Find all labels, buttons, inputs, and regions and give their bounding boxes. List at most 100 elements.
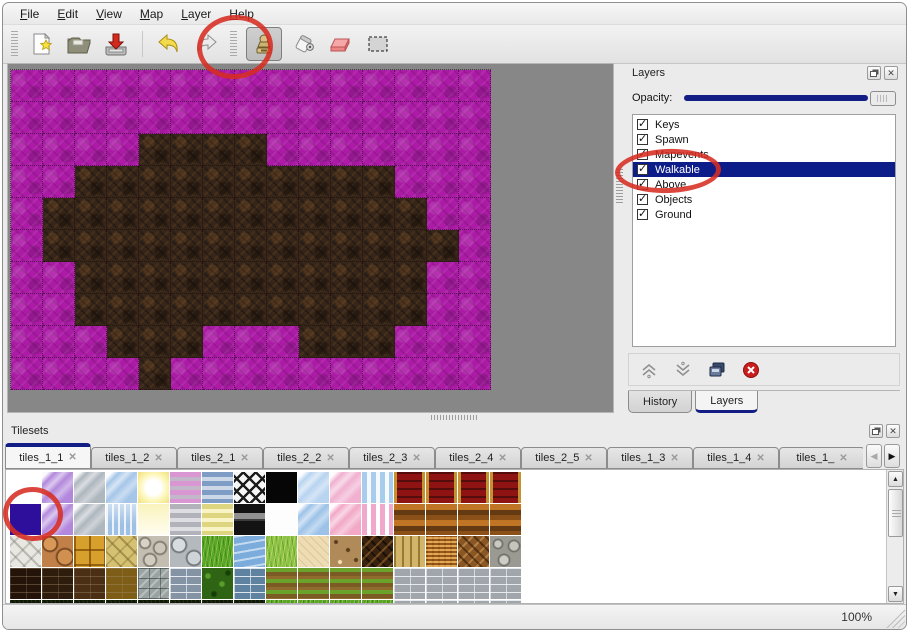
map-cell[interactable] (139, 230, 171, 262)
palette-tile-brick-gold[interactable] (106, 568, 137, 599)
map-cell[interactable] (363, 294, 395, 326)
splitter-grip[interactable] (431, 415, 479, 420)
dock-tab-layers[interactable]: Layers (695, 391, 758, 413)
palette-tile-pebbles[interactable] (138, 536, 169, 567)
map-cell[interactable] (395, 102, 427, 134)
layer-down-button[interactable] (673, 360, 693, 380)
map-cell[interactable] (235, 70, 267, 102)
map-cell[interactable] (171, 166, 203, 198)
palette-tile-glass-pink[interactable] (330, 472, 361, 503)
map-cell[interactable] (427, 262, 459, 294)
map-cell[interactable] (395, 326, 427, 358)
map-cell[interactable] (107, 102, 139, 134)
layer-row-ground[interactable]: ✓Ground (633, 207, 895, 222)
tileset-tab-tiles_1_4[interactable]: tiles_1_4✕ (693, 447, 779, 469)
map-cell[interactable] (267, 166, 299, 198)
layer-visibility-checkbox[interactable]: ✓ (637, 149, 648, 160)
redo-button[interactable] (191, 29, 221, 59)
map-cell[interactable] (459, 358, 491, 390)
map-cell[interactable] (11, 198, 43, 230)
tilesets-float-button[interactable] (869, 424, 883, 438)
map-cell[interactable] (43, 358, 75, 390)
fill-tool-button[interactable] (289, 29, 319, 59)
map-cell[interactable] (203, 294, 235, 326)
palette-tile-stone-blocks[interactable] (138, 568, 169, 599)
scrollbar-thumb[interactable] (888, 489, 903, 537)
palette-tile-farm-rows[interactable] (362, 568, 393, 599)
map-cell[interactable] (43, 134, 75, 166)
palette-tile-lattice[interactable] (234, 472, 265, 503)
layer-row-mapevents[interactable]: ✓Mapevents (633, 147, 895, 162)
map-cell[interactable] (171, 198, 203, 230)
map-cell[interactable] (75, 230, 107, 262)
map-cell[interactable] (203, 166, 235, 198)
palette-tile-pale-yellow[interactable] (138, 504, 169, 535)
map-cell[interactable] (363, 70, 395, 102)
tab-close-icon[interactable]: ✕ (839, 453, 847, 464)
map-cell[interactable] (459, 262, 491, 294)
map-cell[interactable] (43, 294, 75, 326)
tileset-tab-tiles_1_[interactable]: tiles_1_✕ (779, 447, 863, 469)
map-cell[interactable] (427, 358, 459, 390)
map-cell[interactable] (267, 326, 299, 358)
map-cell[interactable] (331, 326, 363, 358)
layer-list[interactable]: ✓Keys✓Spawn✓Mapevents✓Walkable✓Above✓Obj… (632, 114, 896, 347)
map-cell[interactable] (363, 326, 395, 358)
palette-tile-gold-tiles[interactable] (74, 536, 105, 567)
map-cell[interactable] (139, 294, 171, 326)
map-cell[interactable] (459, 70, 491, 102)
palette-tile-stripe-pink[interactable] (170, 472, 201, 503)
tab-close-icon[interactable]: ✕ (584, 453, 592, 464)
stamp-tool-button[interactable] (246, 27, 282, 61)
map-cell[interactable] (171, 326, 203, 358)
map-cell[interactable] (235, 358, 267, 390)
map-cell[interactable] (395, 358, 427, 390)
map-cell[interactable] (299, 70, 331, 102)
menu-item-file[interactable]: File (11, 5, 48, 23)
map-cell[interactable] (75, 166, 107, 198)
map-cell[interactable] (363, 102, 395, 134)
palette-tile-wood-stripe[interactable] (426, 504, 457, 535)
map-cell[interactable] (299, 102, 331, 134)
palette-tile-grass-light[interactable] (266, 536, 297, 567)
map-cell[interactable] (107, 230, 139, 262)
palette-tile-farm-rows[interactable] (330, 568, 361, 599)
map-cell[interactable] (107, 166, 139, 198)
save-map-button[interactable] (101, 29, 131, 59)
palette-tile-plaque[interactable] (234, 504, 265, 535)
layers-float-button[interactable] (867, 66, 881, 80)
map-cell[interactable] (459, 230, 491, 262)
palette-tile-brick-gray[interactable] (426, 568, 457, 599)
map-cell[interactable] (203, 134, 235, 166)
map-cell[interactable] (299, 262, 331, 294)
map-cell[interactable] (203, 70, 235, 102)
palette-tile-pink-flat[interactable] (330, 504, 361, 535)
horizontal-splitter[interactable] (3, 413, 906, 422)
layer-row-walkable[interactable]: ✓Walkable (633, 162, 895, 177)
layer-delete-button[interactable] (741, 360, 761, 380)
map-cell[interactable] (43, 102, 75, 134)
opacity-slider-handle[interactable] (870, 91, 896, 106)
map-cell[interactable] (171, 102, 203, 134)
palette-tile-hedge[interactable] (202, 568, 233, 599)
palette-tile-grass[interactable] (202, 536, 233, 567)
map-cell[interactable] (459, 294, 491, 326)
map-cell[interactable] (11, 326, 43, 358)
palette-tile-brick-dark1[interactable] (10, 568, 41, 599)
map-cell[interactable] (203, 102, 235, 134)
layer-up-button[interactable] (639, 360, 659, 380)
map-cell[interactable] (107, 198, 139, 230)
map-cell[interactable] (427, 294, 459, 326)
map-cell[interactable] (107, 358, 139, 390)
map-cell[interactable] (11, 294, 43, 326)
eraser-tool-button[interactable] (326, 29, 356, 59)
tab-close-icon[interactable]: ✕ (498, 453, 506, 464)
map-cell[interactable] (299, 294, 331, 326)
palette-tile-stones-gray[interactable] (170, 536, 201, 567)
map-cell[interactable] (107, 134, 139, 166)
map-cell[interactable] (235, 134, 267, 166)
map-cell[interactable] (43, 70, 75, 102)
map-cell[interactable] (459, 326, 491, 358)
map-cell[interactable] (235, 294, 267, 326)
palette-grid[interactable] (10, 472, 521, 604)
